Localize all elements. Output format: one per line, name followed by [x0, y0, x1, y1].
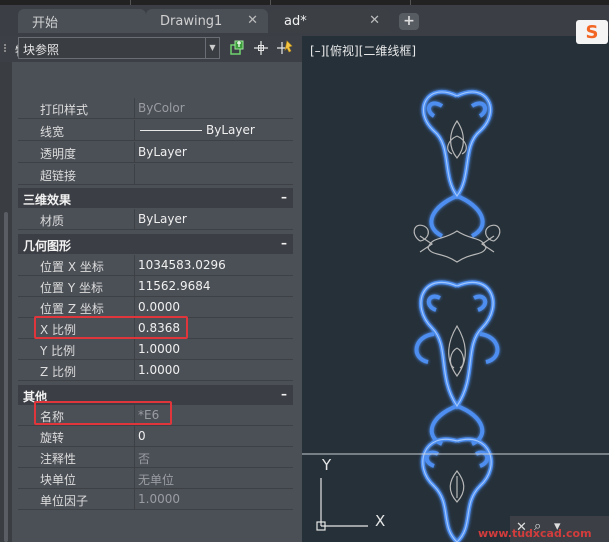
property-row-position-z[interactable]: 位置 Z 坐标 0.0000 — [18, 297, 293, 318]
ornament-blue-scrolls — [414, 89, 500, 542]
object-type-value: 块参照 — [23, 43, 60, 57]
ucs-y-label: Y — [322, 456, 332, 474]
property-row-position-x[interactable]: 位置 X 坐标 1034583.0296 — [18, 255, 293, 276]
property-value[interactable]: ByLayer — [136, 209, 293, 229]
property-row-unit-factor[interactable]: 单位因子 1.0000 — [18, 489, 293, 510]
property-label: Z 比例 — [18, 360, 135, 380]
property-label: Y 比例 — [18, 339, 135, 359]
property-row-plotstyle[interactable]: 打印样式 ByColor — [18, 98, 293, 119]
drawing-viewport[interactable]: [–][俯视][二维线框] Y X — [302, 36, 609, 542]
annotation-highlight-name — [34, 401, 172, 425]
property-row-scale-z[interactable]: Z 比例 1.0000 — [18, 360, 293, 381]
grip-icon[interactable] — [4, 43, 10, 55]
property-value[interactable]: 0 — [136, 426, 293, 446]
ornament-highlights — [420, 91, 494, 542]
property-label: 位置 X 坐标 — [18, 255, 135, 275]
collapse-icon[interactable]: – — [281, 387, 287, 401]
property-value[interactable] — [136, 164, 293, 184]
property-label: 单位因子 — [18, 489, 135, 509]
chevron-down-icon[interactable]: ▼ — [205, 38, 219, 58]
document-tab-bar: 开始 Drawing1 ✕ ad* ✕ + — [0, 0, 609, 36]
property-label: 材质 — [18, 209, 135, 229]
property-row-lineweight[interactable]: 线宽 ByLayer — [18, 120, 293, 141]
tab-drawing1[interactable]: Drawing1 ✕ — [146, 9, 268, 33]
property-value[interactable]: 11562.9684 — [136, 276, 293, 296]
property-label: 块单位 — [18, 468, 135, 488]
property-label: 透明度 — [18, 142, 135, 162]
property-row-material[interactable]: 材质 ByLayer — [18, 209, 293, 230]
property-row-annotative[interactable]: 注释性 否 — [18, 447, 293, 468]
lineweight-sample — [140, 130, 202, 131]
property-row-rotation[interactable]: 旋转 0 — [18, 426, 293, 447]
ornament-gray-leaves — [413, 119, 501, 503]
property-label: 超链接 — [18, 164, 135, 184]
section-header-geometry[interactable]: 几何图形 – — [18, 234, 293, 254]
ime-logo-icon[interactable]: S — [576, 20, 608, 44]
property-value[interactable]: 1.0000 — [136, 339, 293, 359]
select-objects-icon[interactable] — [252, 39, 270, 57]
site-watermark: www.tudxcad.com — [478, 527, 592, 540]
property-value[interactable]: ByColor — [136, 98, 293, 118]
ornament-drawing — [302, 89, 609, 542]
tab-label: ad* — [284, 13, 307, 29]
property-value[interactable]: ByLayer — [136, 142, 293, 162]
property-label: 位置 Y 坐标 — [18, 276, 135, 296]
property-value[interactable]: 1034583.0296 — [136, 255, 293, 275]
toggle-pickadd-icon[interactable] — [276, 39, 294, 57]
property-value[interactable]: 1.0000 — [136, 489, 293, 509]
quick-select-icon[interactable] — [228, 39, 246, 57]
property-value[interactable]: 无单位 — [136, 468, 293, 488]
annotation-highlight-x-scale — [34, 316, 188, 339]
tab-label: Drawing1 — [160, 13, 223, 29]
property-value[interactable]: 否 — [136, 447, 293, 467]
property-label: 线宽 — [18, 120, 135, 140]
close-icon[interactable]: ✕ — [247, 13, 258, 28]
scrollbar-thumb[interactable] — [4, 212, 8, 542]
section-title: 三维效果 — [23, 193, 72, 207]
palette-side-bar — [0, 62, 12, 542]
property-label: 注释性 — [18, 447, 135, 467]
section-title: 几何图形 — [23, 239, 72, 253]
property-row-scale-y[interactable]: Y 比例 1.0000 — [18, 339, 293, 360]
ucs-icon — [316, 478, 368, 531]
tab-label: 开始 — [32, 15, 59, 31]
property-row-transparency[interactable]: 透明度 ByLayer — [18, 142, 293, 163]
property-value: ByLayer — [206, 123, 255, 137]
section-header-3d-effects[interactable]: 三维效果 – — [18, 188, 293, 208]
collapse-icon[interactable]: – — [281, 190, 287, 204]
ribbon-edge — [0, 0, 609, 5]
collapse-icon[interactable]: – — [281, 236, 287, 250]
property-label: 旋转 — [18, 426, 135, 446]
close-icon[interactable]: ✕ — [369, 13, 380, 28]
logo-letter: S — [585, 21, 599, 43]
property-row-hyperlink[interactable]: 超链接 — [18, 164, 293, 185]
tab-ad[interactable]: ad* ✕ — [270, 9, 390, 33]
tab-start[interactable]: 开始 — [18, 9, 146, 33]
property-value[interactable]: 0.0000 — [136, 297, 293, 317]
property-value[interactable]: 1.0000 — [136, 360, 293, 380]
new-tab-button[interactable]: + — [399, 13, 419, 30]
property-row-position-y[interactable]: 位置 Y 坐标 11562.9684 — [18, 276, 293, 297]
property-label: 打印样式 — [18, 98, 135, 118]
property-label: 位置 Z 坐标 — [18, 297, 135, 317]
property-row-block-unit[interactable]: 块单位 无单位 — [18, 468, 293, 489]
property-value-lineweight[interactable]: ByLayer — [136, 120, 293, 140]
object-type-dropdown[interactable]: 块参照 ▼ — [18, 37, 220, 59]
ucs-x-label: X — [375, 512, 386, 530]
